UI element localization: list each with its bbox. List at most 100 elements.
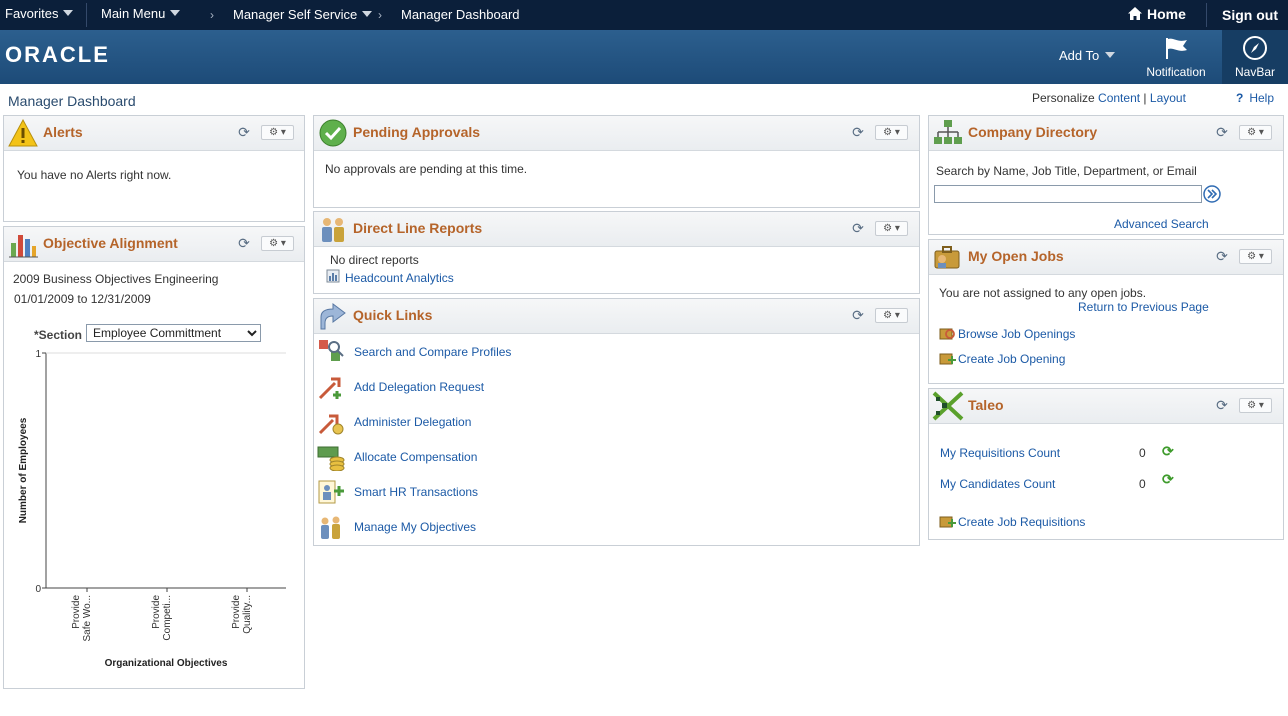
browse-jobs-icon — [939, 328, 955, 340]
settings-menu-button[interactable]: ⚙ ▾ — [875, 221, 908, 236]
top-navigation-bar: Favorites Main Menu › Manager Self Servi… — [0, 0, 1288, 30]
alerts-pagelet: Alerts ⟳ ⚙ ▾ You have no Alerts right no… — [3, 115, 305, 222]
refresh-icon[interactable]: ⟳ — [851, 221, 865, 235]
main-menu-label: Main Menu — [101, 6, 166, 21]
directory-search-input[interactable] — [934, 185, 1202, 203]
candidates-count: 0 — [1139, 477, 1146, 491]
sign-out-link[interactable]: Sign out — [1222, 7, 1278, 23]
navbar-label: NavBar — [1234, 65, 1275, 79]
pagelet-header: Taleo ⟳ ⚙ ▾ — [929, 389, 1283, 424]
settings-menu-button[interactable]: ⚙ ▾ — [1239, 125, 1272, 140]
objective-alignment-pagelet: Objective Alignment ⟳ ⚙ ▾ 2009 Business … — [3, 226, 305, 689]
quick-link-label: Allocate Compensation — [354, 450, 478, 464]
refresh-count-icon[interactable]: ⟳ — [1162, 471, 1174, 488]
x-tick-label: Competi... — [162, 595, 173, 641]
requisitions-count-link[interactable]: My Requisitions Count — [940, 446, 1060, 460]
pagelet-header: Quick Links ⟳ ⚙ ▾ — [314, 299, 919, 334]
checkmark-circle-icon — [319, 119, 347, 147]
headcount-analytics-link[interactable]: Headcount Analytics — [345, 271, 454, 285]
pagelet-title: Company Directory — [968, 124, 1098, 140]
settings-menu-button[interactable]: ⚙ ▾ — [261, 125, 294, 140]
y-tick-label: 0 — [35, 584, 41, 595]
help-link[interactable]: ? Help — [1236, 91, 1274, 105]
refresh-icon[interactable]: ⟳ — [851, 125, 865, 139]
direct-line-reports-pagelet: Direct Line Reports ⟳ ⚙ ▾ No direct repo… — [313, 211, 920, 294]
y-tick-label: 1 — [35, 349, 41, 360]
compare-profiles-icon — [319, 340, 344, 361]
refresh-count-icon[interactable]: ⟳ — [1162, 443, 1174, 460]
quick-link-row[interactable]: Manage My Objectives — [314, 513, 914, 543]
pagelet-header: Pending Approvals ⟳ ⚙ ▾ — [314, 116, 919, 151]
search-go-icon[interactable] — [1203, 185, 1221, 203]
settings-menu-button[interactable]: ⚙ ▾ — [1239, 398, 1272, 413]
y-axis-title: Number of Employees — [18, 417, 29, 523]
org-chart-icon — [934, 120, 962, 144]
home-label: Home — [1147, 6, 1186, 22]
refresh-icon[interactable]: ⟳ — [1215, 125, 1229, 139]
browse-job-openings-link[interactable]: Browse Job Openings — [958, 327, 1075, 341]
create-requisition-icon — [939, 516, 956, 528]
quick-link-row[interactable]: Administer Delegation — [314, 408, 914, 438]
pagelet-header: My Open Jobs ⟳ ⚙ ▾ — [929, 240, 1283, 275]
personalize-bar: Personalize Content | Layout — [1032, 91, 1186, 105]
settings-menu-button[interactable]: ⚙ ▾ — [1239, 249, 1272, 264]
pagelet-title: Alerts — [43, 124, 83, 140]
chevron-down-icon — [1105, 52, 1116, 58]
money-icon — [317, 446, 345, 471]
create-job-icon — [939, 353, 956, 365]
x-tick-label: Quality... — [242, 595, 253, 634]
breadcrumb-manager-self-service[interactable]: Manager Self Service — [233, 7, 373, 22]
personalize-content-link[interactable]: Content — [1098, 91, 1140, 105]
notification-label: Notification — [1146, 65, 1206, 79]
candidates-count-link[interactable]: My Candidates Count — [940, 477, 1055, 491]
x-tick-label: Provide — [71, 595, 82, 629]
favorites-menu[interactable]: Favorites — [5, 6, 74, 21]
breadcrumb-manager-dashboard[interactable]: Manager Dashboard — [401, 7, 520, 22]
refresh-icon[interactable]: ⟳ — [1215, 249, 1229, 263]
direct-reports-message: No direct reports — [330, 253, 419, 267]
settings-menu-button[interactable]: ⚙ ▾ — [875, 308, 908, 323]
personalize-layout-link[interactable]: Layout — [1150, 91, 1186, 105]
home-link[interactable]: Home — [1127, 6, 1186, 22]
advanced-search-link[interactable]: Advanced Search — [1114, 217, 1209, 231]
pagelet-header: Alerts ⟳ ⚙ ▾ — [4, 116, 304, 151]
chevron-down-icon — [63, 10, 74, 16]
add-to-menu[interactable]: Add To — [1059, 48, 1116, 63]
analytics-icon — [326, 269, 340, 283]
main-menu[interactable]: Main Menu — [101, 6, 181, 21]
breadcrumb-separator-icon: › — [210, 8, 214, 22]
quick-link-row[interactable]: Add Delegation Request — [314, 373, 914, 403]
x-tick-label: Provide — [231, 595, 242, 629]
navbar-button[interactable]: NavBar — [1222, 30, 1288, 84]
quick-link-row[interactable]: Smart HR Transactions — [314, 478, 914, 508]
quick-links-pagelet: Quick Links ⟳ ⚙ ▾ Search and Compare Pro… — [313, 298, 920, 546]
quick-link-row[interactable]: Allocate Compensation — [314, 443, 914, 473]
settings-menu-button[interactable]: ⚙ ▾ — [875, 125, 908, 140]
pagelet-title: Pending Approvals — [353, 124, 481, 140]
arrow-icon — [320, 303, 346, 330]
taleo-logo-icon — [932, 391, 964, 421]
refresh-icon[interactable]: ⟳ — [1215, 398, 1229, 412]
open-jobs-message: You are not assigned to any open jobs. — [939, 286, 1147, 300]
chevron-down-icon — [170, 10, 181, 16]
help-icon: ? — [1236, 91, 1244, 105]
taleo-pagelet: Taleo ⟳ ⚙ ▾ My Requisitions Count 0 ⟳ My… — [928, 388, 1284, 540]
briefcase-icon — [934, 246, 960, 269]
notification-button[interactable]: Notification — [1136, 30, 1216, 84]
quick-link-label: Manage My Objectives — [354, 520, 477, 534]
requisitions-count: 0 — [1139, 446, 1146, 460]
objective-chart: 10Provide Safe Wo... Provide Competi... Prov… — [18, 349, 286, 669]
refresh-icon[interactable]: ⟳ — [237, 125, 251, 139]
objectives-icon — [321, 516, 340, 539]
alerts-message: You have no Alerts right now. — [17, 168, 172, 182]
quick-link-row[interactable]: Search and Compare Profiles — [314, 338, 914, 368]
pending-approvals-pagelet: Pending Approvals ⟳ ⚙ ▾ No approvals are… — [313, 115, 920, 208]
return-to-previous-page-link[interactable]: Return to Previous Page — [1078, 300, 1209, 314]
create-job-opening-link[interactable]: Create Job Opening — [958, 352, 1065, 366]
divider — [86, 3, 87, 27]
personalize-divider: | — [1143, 91, 1147, 105]
quick-link-label: Add Delegation Request — [354, 380, 485, 394]
quick-link-label: Administer Delegation — [354, 415, 472, 429]
refresh-icon[interactable]: ⟳ — [851, 308, 865, 322]
create-job-requisitions-link[interactable]: Create Job Requisitions — [958, 515, 1085, 529]
